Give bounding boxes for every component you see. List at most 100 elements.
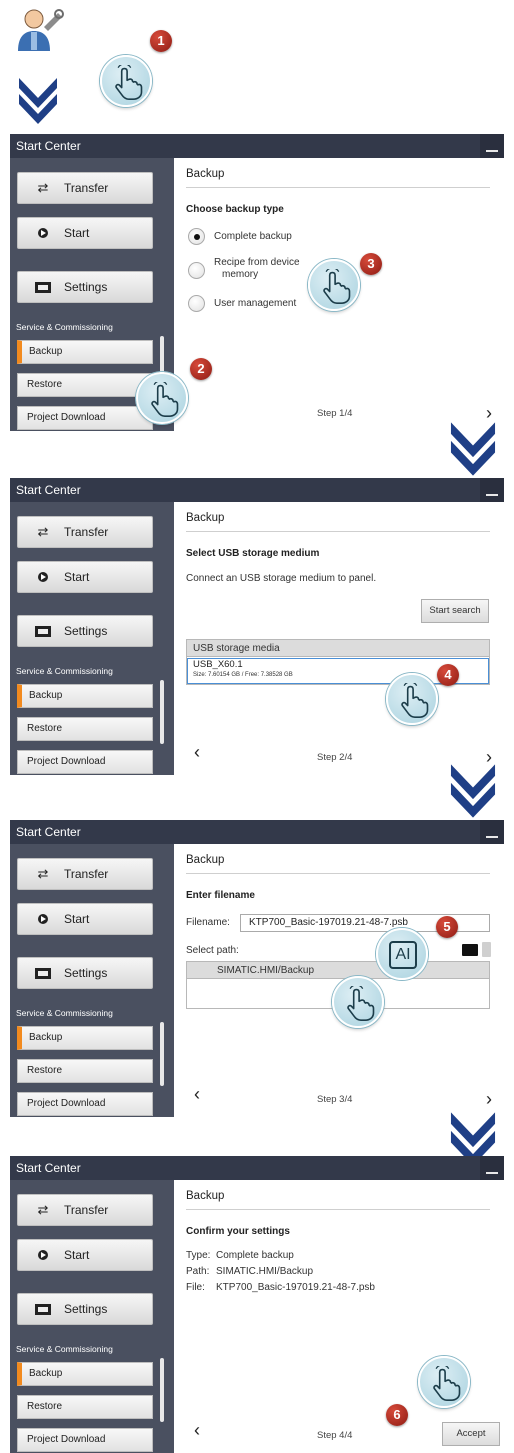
- panel-title: Backup: [186, 854, 225, 866]
- minimize-button[interactable]: [480, 478, 504, 502]
- backup-screen-step-4: Start Center ⇄ Transfer Start Settings Se…: [10, 1156, 504, 1453]
- chevron-left-icon[interactable]: ‹: [194, 1420, 200, 1441]
- transfer-button[interactable]: ⇄ Transfer: [17, 858, 153, 890]
- sidebar-scrollbar[interactable]: [160, 1022, 164, 1086]
- start-button[interactable]: Start: [17, 903, 153, 935]
- subheading: Select USB storage medium: [186, 548, 320, 559]
- restore-button[interactable]: Restore: [17, 717, 153, 741]
- sidebar-scrollbar[interactable]: [160, 680, 164, 744]
- tap-callout-1: [100, 55, 152, 107]
- option-label: Recipe from device: [214, 257, 300, 268]
- radio-recipe[interactable]: [188, 262, 205, 279]
- play-circle-icon: [32, 572, 54, 582]
- tapping-hand-icon: [347, 986, 375, 1022]
- start-button[interactable]: Start: [17, 561, 153, 593]
- step-indicator: Step 4/4: [317, 1430, 353, 1441]
- backup-button[interactable]: Backup: [17, 1362, 153, 1386]
- restore-button[interactable]: Restore: [17, 1059, 153, 1083]
- step-number-badge: 1: [150, 30, 172, 52]
- transfer-button[interactable]: ⇄ Transfer: [17, 172, 153, 204]
- tapping-hand-icon: [433, 1366, 461, 1402]
- transfer-button[interactable]: ⇄ Transfer: [17, 1194, 153, 1226]
- backup-button[interactable]: Backup: [17, 1026, 153, 1050]
- step-number-badge: 6: [386, 1404, 408, 1426]
- panel-title: Backup: [186, 168, 225, 180]
- chevron-left-icon[interactable]: ‹: [194, 1084, 200, 1105]
- settings-button[interactable]: Settings: [17, 1293, 153, 1325]
- minimize-button[interactable]: [480, 1156, 504, 1180]
- step-indicator: Step 2/4: [317, 752, 353, 763]
- section-heading: Service & Commissioning: [16, 1008, 113, 1018]
- backup-screen-step-1: Start Center ⇄ Transfer Start Settings Se…: [10, 134, 504, 431]
- chevron-right-icon[interactable]: ›: [486, 1089, 492, 1110]
- settings-icon: [32, 625, 54, 637]
- step-indicator: Step 3/4: [317, 1094, 353, 1105]
- tapping-hand-icon: [323, 269, 351, 305]
- settings-button[interactable]: Settings: [17, 957, 153, 989]
- filename-label: Filename:: [186, 917, 230, 928]
- path-value: SIMATIC.HMI/Backup: [216, 1266, 314, 1277]
- trash-icon[interactable]: [482, 942, 491, 957]
- user-wrench-icon[interactable]: [14, 5, 64, 53]
- project-download-button[interactable]: Project Download: [17, 406, 153, 430]
- sidebar: ⇄ Transfer Start Settings Service & Commi…: [10, 844, 174, 1117]
- start-button[interactable]: Start: [17, 1239, 153, 1271]
- subheading: Confirm your settings: [186, 1226, 290, 1237]
- start-button[interactable]: Start: [17, 217, 153, 249]
- transfer-button[interactable]: ⇄ Transfer: [17, 516, 153, 548]
- title-divider: [186, 873, 490, 874]
- section-heading: Service & Commissioning: [16, 1344, 113, 1354]
- step-indicator: Step 1/4: [317, 408, 353, 419]
- double-chevron-down-icon: [450, 764, 496, 818]
- tap-callout-5: [332, 976, 384, 1028]
- option-label: memory: [222, 269, 259, 280]
- settings-icon: [32, 281, 54, 293]
- accept-button[interactable]: Accept: [442, 1422, 500, 1446]
- title-bar: Start Center: [10, 820, 504, 844]
- tapping-hand-icon: [115, 65, 143, 101]
- minimize-button[interactable]: [480, 820, 504, 844]
- tapping-hand-icon: [151, 382, 179, 418]
- folder-icon[interactable]: [462, 944, 478, 956]
- sidebar-scrollbar[interactable]: [160, 1358, 164, 1422]
- section-heading: Service & Commissioning: [16, 666, 113, 676]
- project-download-button[interactable]: Project Download: [17, 1092, 153, 1116]
- type-value: Complete backup: [216, 1250, 294, 1261]
- start-search-button[interactable]: Start search: [421, 599, 489, 623]
- project-download-button[interactable]: Project Download: [17, 750, 153, 774]
- panel-title: Backup: [186, 1190, 225, 1202]
- radio-complete-backup[interactable]: [188, 228, 205, 245]
- content-panel: Backup Enter filename Filename: KTP700_B…: [174, 844, 504, 1117]
- option-label: User management: [214, 298, 297, 309]
- project-download-button[interactable]: Project Download: [17, 1428, 153, 1452]
- path-row[interactable]: SIMATIC.HMI/Backup: [187, 962, 489, 979]
- select-path-label: Select path:: [186, 945, 239, 956]
- file-value: KTP700_Basic-197019.21-48-7.psb: [216, 1282, 375, 1293]
- restore-button[interactable]: Restore: [17, 1395, 153, 1419]
- settings-button[interactable]: Settings: [17, 271, 153, 303]
- tapping-hand-icon: [401, 683, 429, 719]
- sidebar: ⇄ Transfer Start Settings Service & Commi…: [10, 1180, 174, 1453]
- restore-button[interactable]: Restore: [17, 373, 153, 397]
- option-label: Complete backup: [214, 231, 292, 242]
- transfer-arrows-icon: ⇄: [37, 524, 49, 539]
- instruction-text: Connect an USB storage medium to panel.: [186, 573, 377, 584]
- subheading: Enter filename: [186, 890, 255, 901]
- chevron-left-icon[interactable]: ‹: [194, 742, 200, 763]
- minimize-button[interactable]: [480, 134, 504, 158]
- step-number-badge: 3: [360, 253, 382, 275]
- tap-callout-4: [386, 673, 438, 725]
- settings-icon: [32, 1303, 54, 1315]
- file-label: File:: [186, 1282, 205, 1293]
- backup-button[interactable]: Backup: [17, 340, 153, 364]
- transfer-arrows-icon: ⇄: [37, 866, 49, 881]
- content-panel: Backup Select USB storage medium Connect…: [174, 502, 504, 775]
- play-circle-icon: [32, 1250, 54, 1260]
- step-number-badge: 2: [190, 358, 212, 380]
- settings-button[interactable]: Settings: [17, 615, 153, 647]
- radio-user-management[interactable]: [188, 295, 205, 312]
- text-input-callout: AI: [376, 928, 428, 980]
- backup-screen-step-3: Start Center ⇄ Transfer Start Settings Se…: [10, 820, 504, 1117]
- backup-button[interactable]: Backup: [17, 684, 153, 708]
- double-chevron-down-icon: [450, 422, 496, 476]
